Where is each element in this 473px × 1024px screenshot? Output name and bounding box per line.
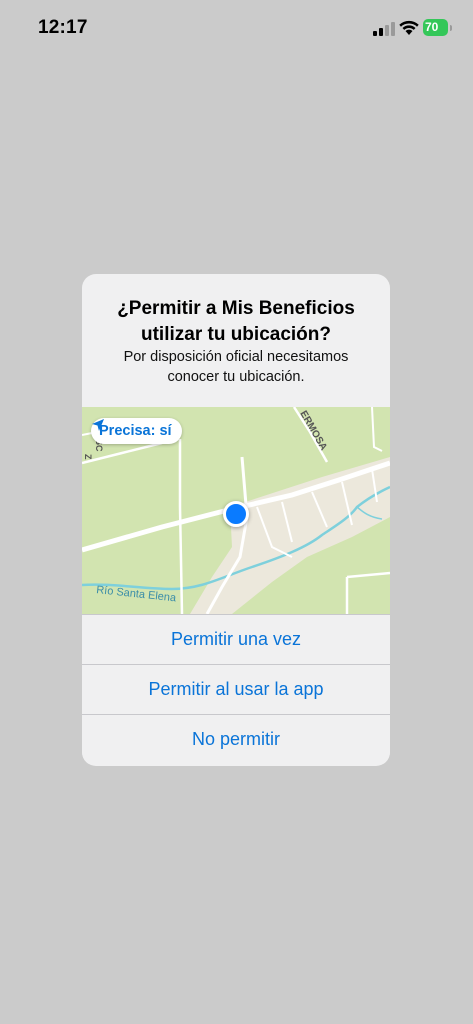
precise-location-label: Precisa: sí [99, 423, 172, 439]
location-permission-dialog: ¿Permitir a Mis Beneficios utilizar tu u… [82, 274, 390, 766]
allow-once-button[interactable]: Permitir una vez [82, 614, 390, 664]
location-map: Río Santa Elena ERMOSA SC Z Precisa: sí [82, 407, 390, 614]
status-bar: 12:17 70 [0, 0, 473, 56]
wifi-icon [398, 18, 420, 36]
cellular-signal-icon [373, 22, 395, 36]
dialog-message: Por disposición oficial necesitamos cono… [123, 349, 349, 385]
dont-allow-button[interactable]: No permitir [82, 714, 390, 764]
map-label-street-left-b: Z [83, 454, 93, 460]
status-time: 12:17 [38, 17, 88, 38]
dialog-title: ¿Permitir a Mis Beneficios utilizar tu u… [117, 298, 355, 345]
precise-location-toggle[interactable]: Precisa: sí [91, 418, 182, 444]
allow-while-using-button[interactable]: Permitir al usar la app [82, 664, 390, 714]
dialog-actions: Permitir una vez Permitir al usar la app… [82, 614, 390, 764]
current-location-marker [223, 501, 249, 527]
location-arrow-icon [92, 419, 104, 431]
battery-icon: 70 [423, 19, 453, 37]
battery-level: 70 [423, 19, 448, 36]
